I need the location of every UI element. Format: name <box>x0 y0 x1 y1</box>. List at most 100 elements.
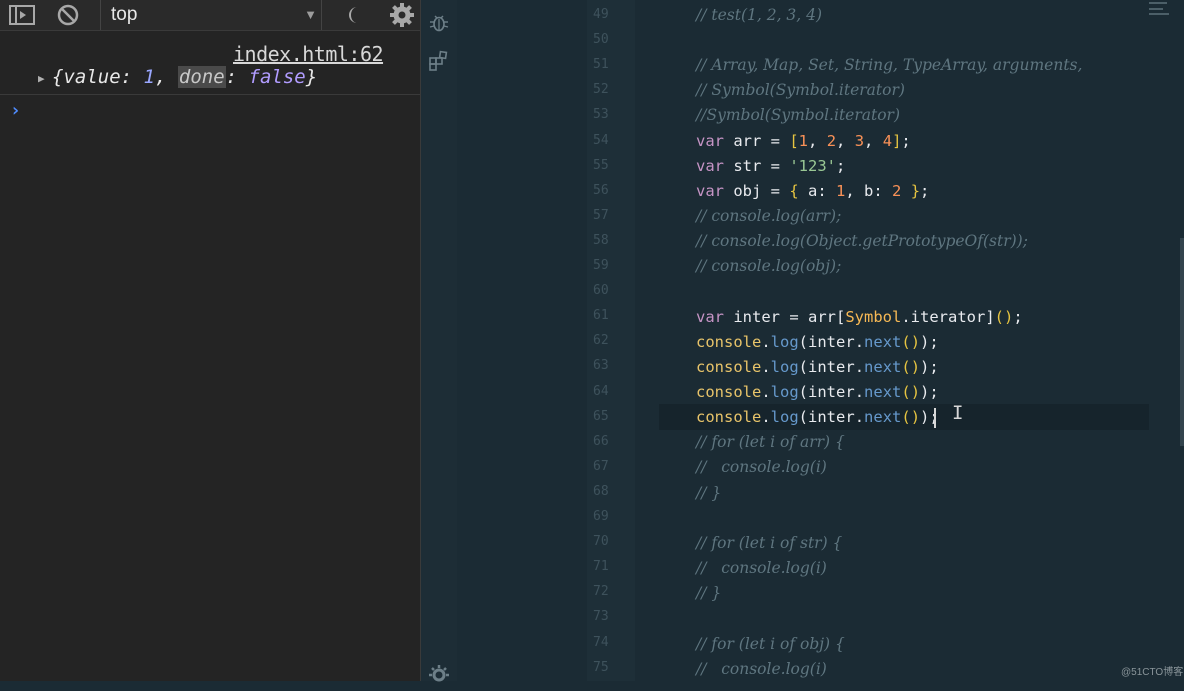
log-colon: : <box>120 66 144 88</box>
code-line-57: // console.log(arr); <box>696 204 841 229</box>
execution-context-select[interactable]: top ▼ <box>100 0 322 30</box>
call-parens: () <box>901 333 921 351</box>
line-number: 69 <box>593 509 609 524</box>
comment-text: //Symbol(Symbol.iterator) <box>696 106 901 124</box>
log-divider <box>0 94 420 95</box>
comment-text: // Array, Map, Set, String, TypeArray, a… <box>696 56 1083 74</box>
identifier: a: <box>798 182 836 200</box>
line-number: 64 <box>593 383 609 399</box>
function-name: next <box>864 408 902 426</box>
log-object-text: {value: 1, done: false} <box>52 66 317 88</box>
bracket: [ <box>789 132 799 150</box>
punctuation: , <box>864 132 883 150</box>
console-log-entry[interactable]: ▶ {value: 1, done: false} <box>38 66 317 154</box>
string: '123' <box>789 157 836 175</box>
code-line-55: var str = '123'; <box>696 154 845 179</box>
log-key-done: done <box>177 66 226 88</box>
log-comma: , <box>155 66 178 88</box>
comment-text: // Symbol(Symbol.iterator) <box>696 81 905 99</box>
paren: ( <box>798 408 809 426</box>
eye-icon[interactable] <box>340 1 368 29</box>
gear-icon[interactable] <box>388 1 416 29</box>
comment-text: // } <box>696 584 722 602</box>
text-cursor <box>934 408 936 428</box>
paren: ( <box>798 358 809 376</box>
line-number: 59 <box>593 258 609 273</box>
code-line-56: var obj = { a: 1, b: 2 }; <box>696 179 929 204</box>
comment-text: // test(1, 2, 3, 4) <box>696 6 823 24</box>
identifier: obj = <box>724 182 790 200</box>
code-line-71: // console.log(i) <box>696 556 827 581</box>
log-source-link[interactable]: index.html:62 <box>233 42 384 66</box>
code-line-59: // console.log(obj); <box>696 254 841 279</box>
line-number: 62 <box>593 333 609 349</box>
function-name: log <box>770 333 799 351</box>
identifier: iterator <box>910 308 986 326</box>
identifier: , b: <box>845 182 893 200</box>
line-number: 58 <box>593 232 609 248</box>
bracket: ] <box>985 308 995 326</box>
punctuation: . <box>761 408 771 426</box>
paren: ) <box>920 358 930 376</box>
comment-text: // console.log(i) <box>696 660 827 678</box>
debug-icon[interactable] <box>428 12 450 34</box>
paren: ) <box>920 408 930 426</box>
number: 3 <box>854 132 865 150</box>
function-name: next <box>864 333 902 351</box>
code-line-64: console.log(inter.next()); <box>696 380 939 405</box>
expand-triangle-icon[interactable]: ▶ <box>38 72 45 85</box>
comment-text: // console.log(obj); <box>696 257 842 275</box>
comment-text: // console.log(Object.getPrototypeOf(str… <box>696 232 1028 250</box>
editor-scrollbar[interactable] <box>1180 238 1184 446</box>
line-number: 57 <box>593 207 609 223</box>
function-name: log <box>770 383 799 401</box>
code-editor[interactable]: 49 50 51 52 53 54 55 56 57 58 59 60 61 62 63 64 65 66 67 68… <box>457 0 1184 681</box>
log-colon: : <box>225 66 249 88</box>
punctuation: . <box>901 308 911 326</box>
bracket: } <box>910 182 921 200</box>
paren: ) <box>920 333 930 351</box>
log-close-brace: } <box>305 66 318 88</box>
log-value-number: 1 <box>143 66 155 88</box>
punctuation: ; <box>1013 308 1023 326</box>
identifier: inter <box>808 408 855 426</box>
minimap[interactable] <box>1149 0 1171 16</box>
log-value-boolean: false <box>248 66 306 88</box>
number: 1 <box>836 182 846 200</box>
code-line-68: // } <box>696 481 721 506</box>
line-number: 60 <box>593 283 609 299</box>
execution-context-label: top <box>111 4 138 25</box>
identifier: inter <box>808 383 855 401</box>
code-line-63: console.log(inter.next()); <box>696 355 939 380</box>
comment-text: // console.log(i) <box>696 458 827 476</box>
clear-console-icon[interactable] <box>54 1 82 29</box>
call-parens: () <box>901 358 921 376</box>
comment-text: // console.log(arr); <box>696 207 842 225</box>
identifier: str = <box>724 157 790 175</box>
punctuation: . <box>761 333 771 351</box>
comment-text: // for (let i of obj) { <box>696 635 845 653</box>
dropdown-arrow-icon: ▼ <box>304 7 317 22</box>
object-name: console <box>696 408 762 426</box>
code-line-49: // test(1, 2, 3, 4) <box>696 3 822 28</box>
keyword: var <box>696 132 724 150</box>
punctuation: . <box>854 358 865 376</box>
punctuation: ; <box>929 333 939 351</box>
line-number: 49 <box>593 7 609 22</box>
activity-bar <box>421 0 457 682</box>
console-prompt[interactable]: › <box>10 100 21 121</box>
class-name: Symbol <box>845 308 902 326</box>
function-name: next <box>864 358 902 376</box>
call-parens: () <box>994 308 1014 326</box>
extensions-icon[interactable] <box>428 50 450 72</box>
identifier: inter <box>808 358 855 376</box>
dock-panel-icon[interactable] <box>8 1 36 29</box>
keyword: var <box>696 308 724 326</box>
line-number: 53 <box>593 107 609 123</box>
line-number: 75 <box>593 659 609 675</box>
code-line-74: // for (let i of obj) { <box>696 632 845 657</box>
settings-icon[interactable] <box>428 664 450 686</box>
number: 1 <box>798 132 809 150</box>
code-line-62: console.log(inter.next()); <box>696 330 939 355</box>
paren: ( <box>798 333 809 351</box>
